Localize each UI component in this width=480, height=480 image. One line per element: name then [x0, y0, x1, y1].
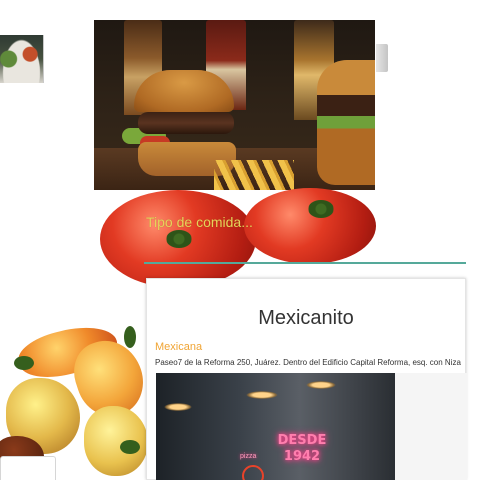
photo-side-panel	[395, 373, 467, 480]
lamp-decor	[306, 381, 336, 389]
restaurant-card[interactable]: Mexicanito Mexicana Paseo7 de la Reforma…	[146, 278, 467, 480]
cherry-tomato-decor	[84, 406, 148, 476]
lamp-decor	[246, 391, 278, 399]
lamp-decor	[164, 403, 192, 411]
neon-circle	[242, 465, 264, 480]
restaurant-address: Paseo7 de la Reforma 250, Juárez. Dentro…	[155, 358, 461, 367]
food-type-search-input[interactable]: Tipo de comida...	[144, 208, 466, 264]
bottom-tab[interactable]	[0, 456, 56, 480]
food-thumbnail[interactable]	[0, 35, 44, 83]
fries	[214, 160, 294, 190]
burger-bun-top	[134, 70, 234, 112]
burger-patty	[138, 112, 234, 134]
restaurant-photo: pizza DESDE 1942	[156, 373, 395, 480]
neon-sign: DESDE 1942	[274, 433, 330, 465]
leaf-decor	[124, 326, 136, 348]
leaf-decor	[120, 440, 140, 454]
neon-sign-line: DESDE	[277, 433, 327, 448]
search-placeholder: Tipo de comida...	[146, 214, 253, 230]
carousel-next-tab[interactable]	[376, 44, 388, 72]
hero-burger-image	[94, 20, 375, 190]
leaf-decor	[14, 356, 34, 370]
neon-sign-line: 1942	[283, 449, 321, 464]
second-burger	[317, 60, 375, 185]
neon-pizza-sign: pizza	[240, 453, 257, 460]
restaurant-category: Mexicana	[155, 341, 203, 353]
restaurant-name: Mexicanito	[258, 307, 354, 329]
